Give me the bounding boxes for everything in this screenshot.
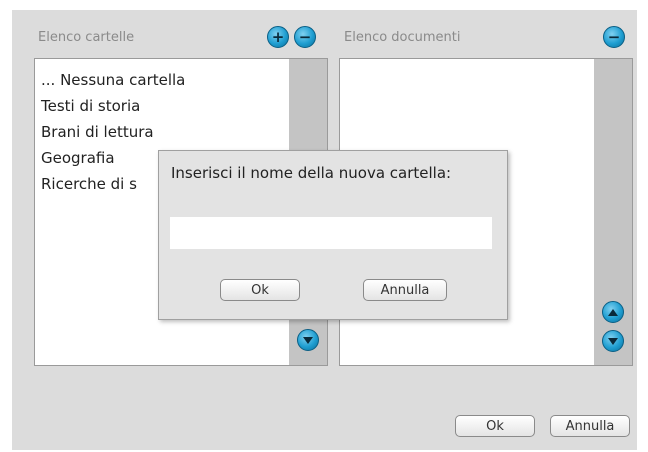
- remove-document-button[interactable]: −: [603, 26, 625, 48]
- documents-scroll-down-button[interactable]: [602, 330, 624, 352]
- folder-name-input[interactable]: [170, 217, 492, 249]
- ok-button[interactable]: Ok: [455, 415, 535, 437]
- new-folder-dialog: Inserisci il nome della nuova cartella: …: [158, 150, 508, 320]
- dialog-cancel-button[interactable]: Annulla: [363, 279, 447, 301]
- list-item[interactable]: Testi di storia: [35, 93, 327, 119]
- list-item[interactable]: ... Nessuna cartella: [35, 67, 327, 93]
- folders-panel-title: Elenco cartelle: [38, 30, 135, 45]
- plus-icon: +: [271, 27, 285, 46]
- documents-scroll-up-button[interactable]: [602, 301, 624, 323]
- dialog-ok-button[interactable]: Ok: [220, 279, 300, 301]
- documents-panel-title: Elenco documenti: [344, 30, 461, 45]
- chevron-up-icon: [608, 308, 618, 316]
- cancel-button[interactable]: Annulla: [550, 415, 630, 437]
- minus-icon: −: [607, 27, 621, 46]
- dialog-prompt: Inserisci il nome della nuova cartella:: [171, 164, 452, 182]
- remove-folder-button[interactable]: −: [294, 26, 316, 48]
- chevron-down-icon: [608, 337, 618, 345]
- minus-icon: −: [298, 27, 312, 46]
- folders-scroll-down-button[interactable]: [297, 329, 319, 351]
- list-item[interactable]: Brani di lettura: [35, 119, 327, 145]
- add-folder-button[interactable]: +: [267, 26, 289, 48]
- chevron-down-icon: [303, 336, 313, 344]
